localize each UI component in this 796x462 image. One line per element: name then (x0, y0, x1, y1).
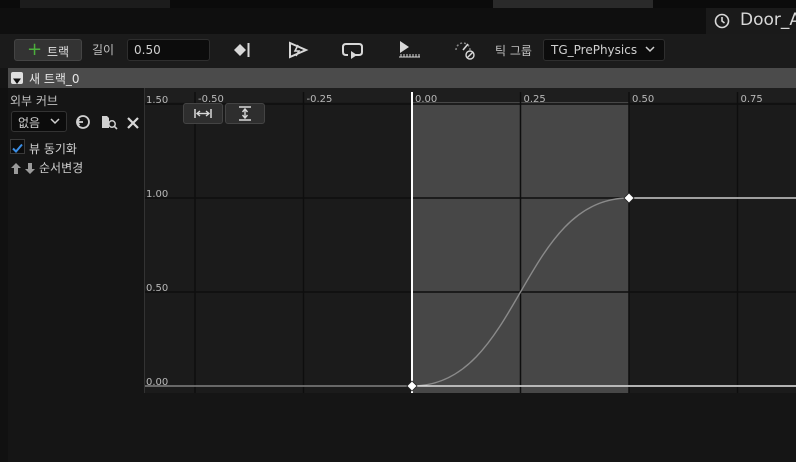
reset-curve-button[interactable] (74, 113, 92, 135)
undo-arrow-icon (75, 115, 90, 129)
clear-curve-button[interactable] (126, 115, 140, 134)
move-down-button[interactable] (24, 160, 36, 179)
add-track-button[interactable]: + 트랙 (14, 39, 82, 61)
plus-icon: + (27, 39, 43, 60)
external-curve-value: 없음 (18, 116, 41, 130)
external-curve-label: 외부 커브 (10, 94, 58, 108)
reorder-label: 순서변경 (39, 161, 84, 175)
track-header[interactable]: 새 트랙_0 (8, 68, 796, 88)
checkmark-icon (12, 143, 23, 153)
tick-group-select[interactable]: TG_PrePhysics (543, 39, 665, 61)
editor-empty-area (0, 393, 796, 462)
zoom-fit-vertical-button[interactable] (225, 103, 265, 124)
browse-folder-icon (102, 116, 118, 130)
y-tick-label: 1.00 (146, 189, 168, 200)
arrow-up-icon (11, 163, 21, 174)
collapse-toggle[interactable] (11, 72, 23, 84)
curve-graph-canvas[interactable]: -0.50 -0.25 0.00 0.25 0.50 0.751.501.000.500.… (145, 88, 796, 393)
time-ruler (145, 88, 796, 102)
triangle-down-icon (13, 78, 21, 84)
autoplay-button[interactable] (284, 39, 312, 61)
chevron-down-icon (50, 118, 60, 125)
add-track-label: 트랙 (47, 45, 70, 59)
diamond-key-icon (234, 43, 250, 57)
curve-graph[interactable]: -0.50 -0.25 0.00 0.25 0.50 0.75 1.50 1.00 0.50 0.… (144, 88, 796, 393)
tick-group-label: 틱 그룹 (495, 44, 532, 58)
y-tick-label: 1.50 (146, 95, 168, 106)
top-tab-strip (0, 0, 796, 8)
close-icon (127, 117, 139, 129)
asset-title: Door_A (740, 10, 796, 30)
tab[interactable] (493, 0, 653, 8)
use-last-keyframe-button[interactable] (396, 39, 424, 61)
sync-view-checkbox[interactable] (10, 139, 25, 154)
autoplay-icon (289, 41, 309, 59)
track-name: 새 트랙_0 (29, 72, 80, 86)
loop-button[interactable] (339, 39, 367, 61)
play-timeline-icon (399, 41, 420, 58)
move-up-button[interactable] (10, 160, 22, 179)
tick-group-value: TG_PrePhysics (551, 43, 638, 57)
clock-icon (714, 13, 730, 29)
y-tick-label: 0.50 (146, 283, 168, 294)
title-bar: Door_A (0, 8, 796, 34)
panel-gutter (0, 393, 8, 462)
length-label: 길이 (92, 43, 115, 57)
sync-view-label: 뷰 동기화 (29, 142, 77, 156)
chevron-down-icon (645, 46, 655, 53)
arrow-down-icon (25, 163, 35, 174)
ignore-time-dilation-button[interactable] (452, 39, 480, 61)
length-input[interactable]: 0.50 (127, 39, 210, 61)
loop-icon (342, 43, 363, 59)
add-key-button[interactable] (228, 39, 256, 61)
tab[interactable] (20, 0, 170, 8)
browse-curve-button[interactable] (100, 113, 118, 135)
fit-vertical-icon (239, 106, 251, 121)
zoom-fit-horizontal-button[interactable] (183, 103, 223, 124)
time-dilation-icon (455, 42, 475, 60)
fit-horizontal-icon (194, 109, 212, 118)
external-curve-select[interactable]: 없음 (11, 111, 67, 132)
